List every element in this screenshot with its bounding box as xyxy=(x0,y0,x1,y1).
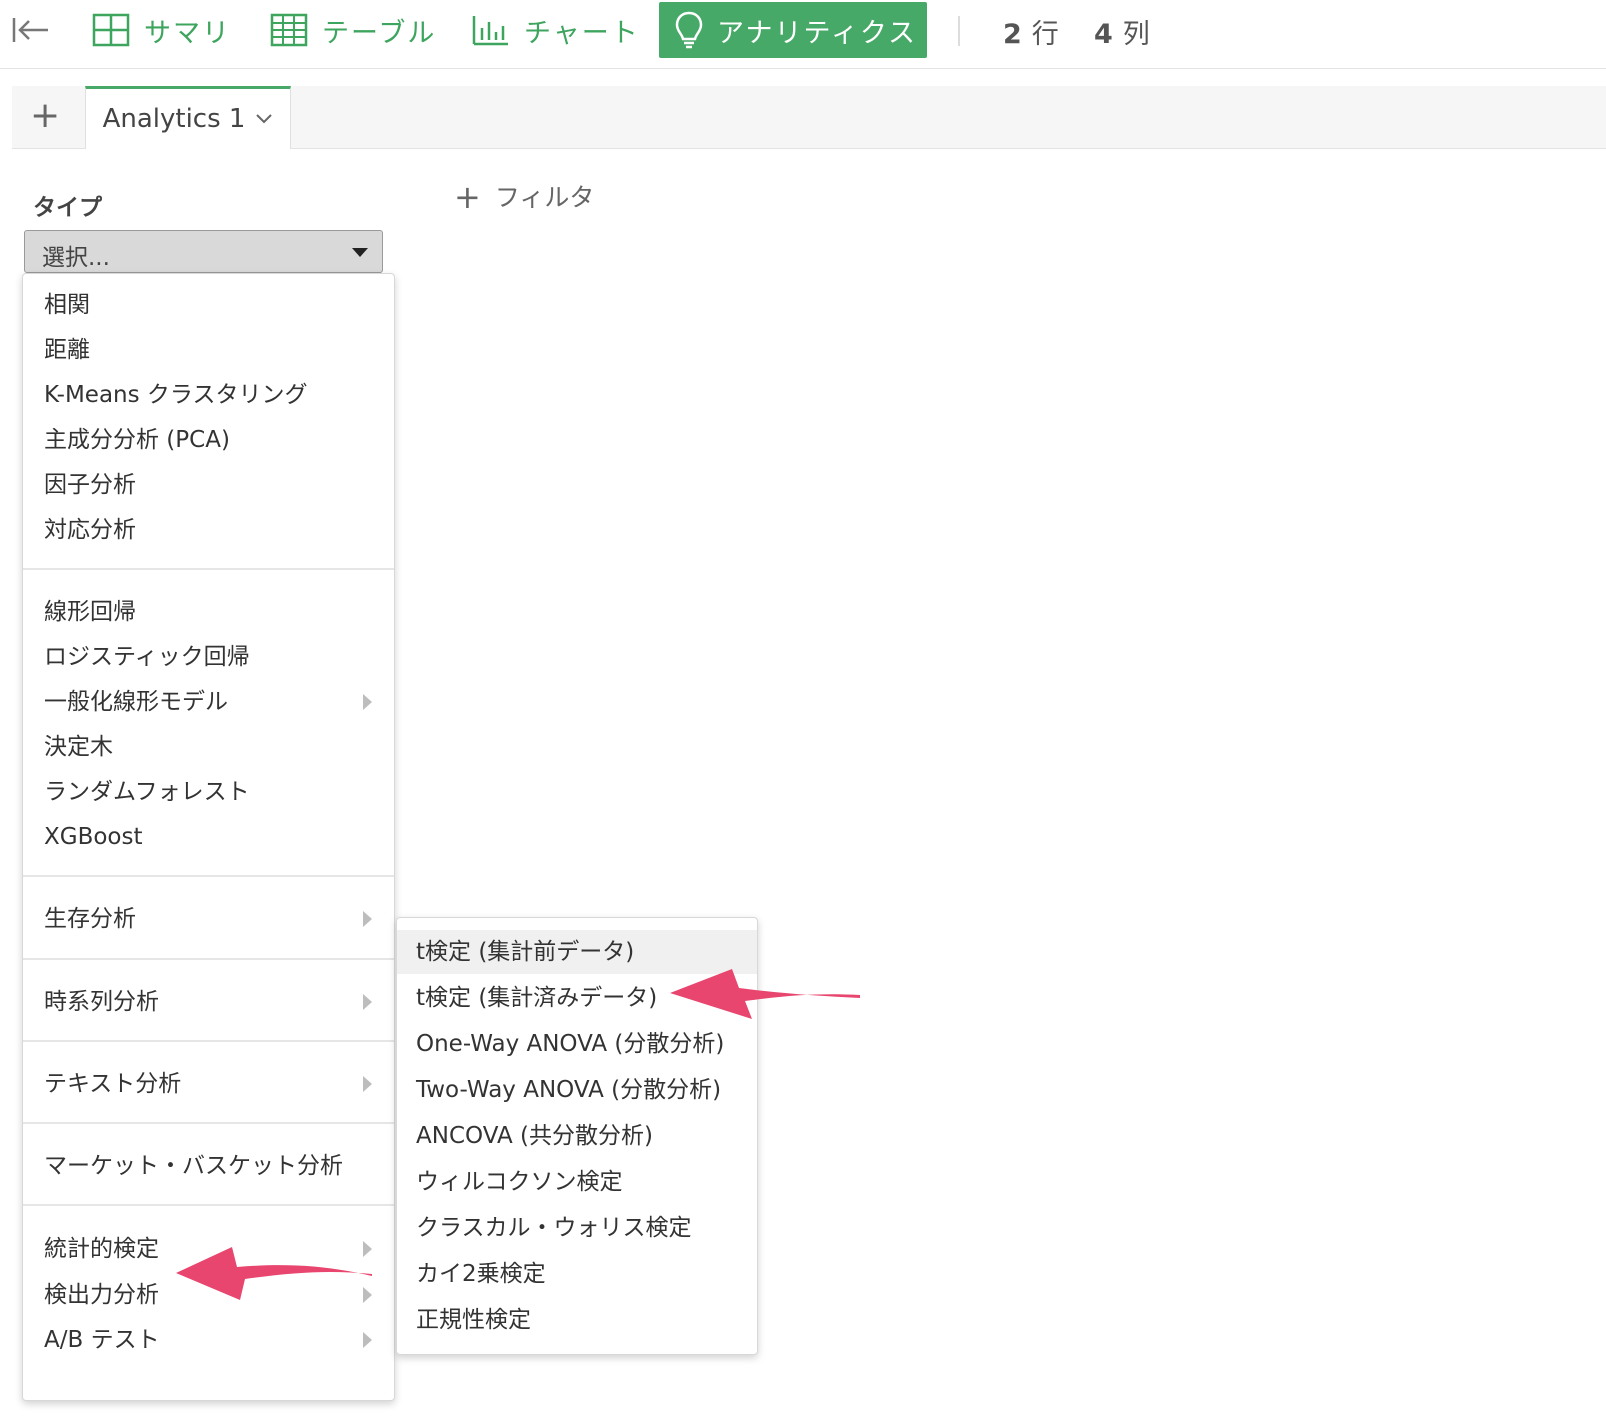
chevron-down-icon[interactable] xyxy=(255,109,273,130)
chevron-right-icon xyxy=(363,1287,372,1303)
plus-icon: + xyxy=(454,178,481,216)
type-select-value: 選択... xyxy=(42,245,110,271)
menu-item-kmeans[interactable]: K-Means クラスタリング xyxy=(23,375,394,415)
menu-item-ab-test[interactable]: A/B テスト xyxy=(23,1320,394,1360)
row-count: 2行 xyxy=(1003,12,1059,51)
submenu-item-ttest-raw[interactable]: t検定 (集計前データ) xyxy=(397,930,757,974)
menu-item-survival[interactable]: 生存分析 xyxy=(23,899,394,939)
row-count-unit: 行 xyxy=(1031,19,1059,50)
chevron-right-icon xyxy=(363,1332,372,1348)
menu-divider xyxy=(23,1122,394,1124)
table-label: テーブル xyxy=(322,17,437,49)
menu-item-glm[interactable]: 一般化線形モデル xyxy=(23,682,394,722)
analytics-type-menu: 相関 距離 K-Means クラスタリング 主成分分析 (PCA) 因子分析 対… xyxy=(22,273,395,1401)
column-count-unit: 列 xyxy=(1122,19,1150,50)
submenu-item-chi-square[interactable]: カイ2乗検定 xyxy=(397,1252,757,1296)
submenu-item-ancova[interactable]: ANCOVA (共分散分析) xyxy=(397,1114,757,1158)
chevron-right-icon xyxy=(363,694,372,710)
tab-analytics-1[interactable]: Analytics 1 xyxy=(85,86,291,149)
submenu-item-kruskal-wallis[interactable]: クラスカル・ウォリス検定 xyxy=(397,1206,757,1250)
column-count: 4列 xyxy=(1094,12,1150,51)
submenu-item-one-way-anova[interactable]: One-Way ANOVA (分散分析) xyxy=(397,1022,757,1066)
submenu-item-two-way-anova[interactable]: Two-Way ANOVA (分散分析) xyxy=(397,1068,757,1112)
menu-item-logistic-regression[interactable]: ロジスティック回帰 xyxy=(23,637,394,677)
caret-down-icon xyxy=(352,248,368,257)
statistical-test-submenu: t検定 (集計前データ) t検定 (集計済みデータ) One-Way ANOVA… xyxy=(396,917,758,1355)
tab-label: Analytics 1 xyxy=(102,104,246,134)
analytics-tab-bar: + Analytics 1 xyxy=(12,86,1606,149)
type-label: タイプ xyxy=(33,195,102,221)
toolbar: サマリ テーブル チャート アナリティクス 2 行 4 列 xyxy=(0,0,1606,69)
menu-item-label: 統計的検定 xyxy=(44,1236,159,1262)
menu-item-label: 検出力分析 xyxy=(44,1282,159,1308)
menu-item-correspondence[interactable]: 対応分析 xyxy=(23,510,394,550)
summary-label: サマリ xyxy=(144,17,231,49)
type-select[interactable]: 選択... xyxy=(24,230,383,273)
menu-item-random-forest[interactable]: ランダムフォレスト xyxy=(23,772,394,812)
menu-item-pca[interactable]: 主成分分析 (PCA) xyxy=(23,420,394,460)
tab-summary[interactable]: サマリ xyxy=(92,0,231,60)
menu-item-time-series[interactable]: 時系列分析 xyxy=(23,982,394,1022)
menu-item-label: A/B テスト xyxy=(44,1327,160,1353)
lightbulb-icon xyxy=(675,11,703,49)
bar-chart-icon xyxy=(472,16,508,46)
menu-item-text-analysis[interactable]: テキスト分析 xyxy=(23,1064,394,1104)
add-filter-button[interactable]: + フィルタ xyxy=(454,178,594,216)
submenu-item-wilcoxon[interactable]: ウィルコクソン検定 xyxy=(397,1160,757,1204)
add-tab-button[interactable]: + xyxy=(30,92,60,140)
menu-item-label: 時系列分析 xyxy=(44,989,159,1015)
menu-item-statistical-test[interactable]: 統計的検定 xyxy=(23,1229,394,1269)
chart-label: チャート xyxy=(524,17,640,49)
tab-analytics[interactable]: アナリティクス xyxy=(659,2,927,58)
toolbar-divider xyxy=(958,16,960,46)
menu-divider xyxy=(23,958,394,960)
collapse-back-button[interactable] xyxy=(10,0,54,60)
menu-item-decision-tree[interactable]: 決定木 xyxy=(23,727,394,767)
menu-divider xyxy=(23,875,394,877)
menu-item-xgboost[interactable]: XGBoost xyxy=(23,817,394,857)
tab-chart[interactable]: チャート xyxy=(472,0,640,60)
menu-item-market-basket[interactable]: マーケット・バスケット分析 xyxy=(23,1146,394,1186)
menu-item-label: テキスト分析 xyxy=(44,1071,182,1097)
chevron-right-icon xyxy=(363,911,372,927)
analytics-label: アナリティクス xyxy=(717,17,918,49)
row-count-number: 2 xyxy=(1003,19,1022,50)
filter-label: フィルタ xyxy=(494,183,595,212)
chevron-right-icon xyxy=(363,1241,372,1257)
summary-grid-icon xyxy=(92,13,130,47)
menu-item-label: 生存分析 xyxy=(44,906,136,932)
back-arrow-icon xyxy=(12,18,48,42)
menu-item-factor-analysis[interactable]: 因子分析 xyxy=(23,465,394,505)
menu-item-label: 一般化線形モデル xyxy=(44,689,228,715)
menu-divider xyxy=(23,568,394,570)
chevron-right-icon xyxy=(363,994,372,1010)
menu-item-power-analysis[interactable]: 検出力分析 xyxy=(23,1275,394,1315)
menu-item-linear-regression[interactable]: 線形回帰 xyxy=(23,592,394,632)
menu-divider xyxy=(23,1040,394,1042)
chevron-right-icon xyxy=(363,1076,372,1092)
tab-table[interactable]: テーブル xyxy=(270,0,436,60)
column-count-number: 4 xyxy=(1094,19,1113,50)
menu-item-distance[interactable]: 距離 xyxy=(23,330,394,370)
submenu-item-ttest-aggregated[interactable]: t検定 (集計済みデータ) xyxy=(397,976,757,1020)
menu-item-correlation[interactable]: 相関 xyxy=(23,285,394,325)
submenu-item-normality[interactable]: 正規性検定 xyxy=(397,1298,757,1342)
table-icon xyxy=(270,13,308,47)
menu-divider xyxy=(23,1204,394,1206)
